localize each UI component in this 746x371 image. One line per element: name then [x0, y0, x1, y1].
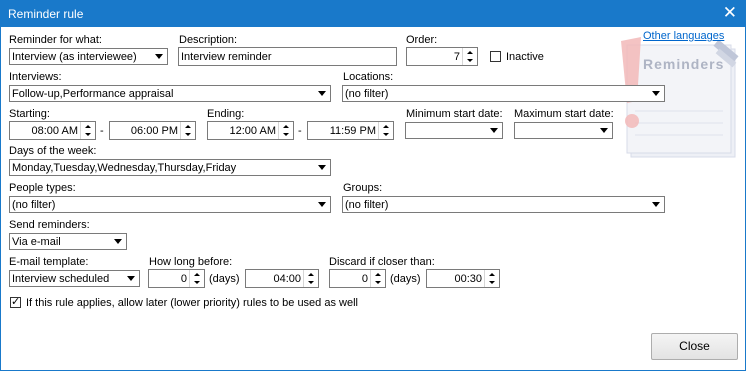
window-title: Reminder rule [8, 7, 84, 21]
reminder-for-label: Reminder for what: [9, 34, 102, 46]
starting-label: Starting: [9, 108, 50, 120]
how-long-before-days[interactable]: 0 [148, 269, 205, 288]
order-stepper[interactable]: 7 [406, 47, 478, 66]
how-long-before-days-unit: (days) [209, 273, 240, 285]
max-start-date-label: Maximum start date: [514, 108, 614, 120]
description-label: Description: [179, 34, 238, 46]
chevron-down-icon [314, 86, 330, 101]
min-start-date-picker[interactable] [405, 122, 503, 139]
starting-from-time[interactable]: 08:00 AM [9, 121, 96, 140]
ending-to-time[interactable]: 11:59 PM [307, 121, 394, 140]
groups-select[interactable]: (no filter) [342, 196, 665, 213]
discard-label: Discard if closer than: [329, 256, 435, 268]
chevron-down-icon [151, 49, 167, 64]
starting-dash: - [100, 125, 104, 137]
chevron-down-icon [648, 86, 664, 101]
chevron-down-icon [596, 123, 612, 138]
other-languages-link[interactable]: Other languages [643, 30, 724, 42]
description-field[interactable]: Interview reminder [178, 47, 397, 66]
ending-dash: - [298, 125, 302, 137]
email-template-label: E-mail template: [9, 256, 89, 268]
people-types-select[interactable]: (no filter) [9, 196, 331, 213]
locations-label: Locations: [343, 71, 394, 83]
max-start-date-picker[interactable] [514, 122, 613, 139]
groups-label: Groups: [343, 182, 383, 194]
discard-time[interactable]: 00:30 [426, 269, 500, 288]
reminders-logo-text: Reminders [643, 56, 725, 72]
chevron-down-icon [486, 123, 502, 138]
close-button[interactable]: Close [651, 333, 738, 360]
reminder-for-select[interactable]: Interview (as interviewee) [9, 48, 168, 65]
chevron-down-icon [314, 160, 330, 175]
send-reminders-label: Send reminders: [9, 219, 90, 231]
chevron-down-icon [648, 197, 664, 212]
order-label: Order: [406, 34, 438, 46]
inactive-label: Inactive [506, 51, 544, 63]
reminder-rule-dialog: Reminder rule ✕ Reminders Reminder for w… [0, 0, 746, 371]
starting-to-time[interactable]: 06:00 PM [109, 121, 196, 140]
days-of-week-select[interactable]: Monday,Tuesday,Wednesday,Thursday,Friday [9, 159, 331, 176]
ending-label: Ending: [207, 108, 245, 120]
people-types-label: People types: [9, 182, 76, 194]
interviews-select[interactable]: Follow-up,Performance appraisal [9, 85, 331, 102]
interviews-label: Interviews: [9, 71, 62, 83]
allow-later-rules-checkbox[interactable] [10, 295, 21, 308]
min-start-date-label: Minimum start date: [406, 108, 503, 120]
email-template-select[interactable]: Interview scheduled [9, 270, 140, 287]
discard-days[interactable]: 0 [329, 269, 386, 288]
inactive-checkbox[interactable] [490, 51, 501, 62]
close-icon[interactable]: ✕ [723, 3, 737, 23]
chevron-down-icon [123, 271, 139, 286]
how-long-before-label: How long before: [149, 256, 233, 268]
days-of-week-label: Days of the week: [9, 145, 97, 157]
ending-from-time[interactable]: 12:00 AM [207, 121, 294, 140]
chevron-down-icon [110, 234, 126, 249]
locations-select[interactable]: (no filter) [342, 85, 665, 102]
how-long-before-time[interactable]: 04:00 [245, 269, 319, 288]
title-bar: Reminder rule ✕ [1, 1, 745, 27]
allow-later-rules-label: If this rule applies, allow later (lower… [26, 297, 358, 309]
send-reminders-select[interactable]: Via e-mail [9, 233, 127, 250]
discard-days-unit: (days) [390, 273, 421, 285]
chevron-down-icon [314, 197, 330, 212]
